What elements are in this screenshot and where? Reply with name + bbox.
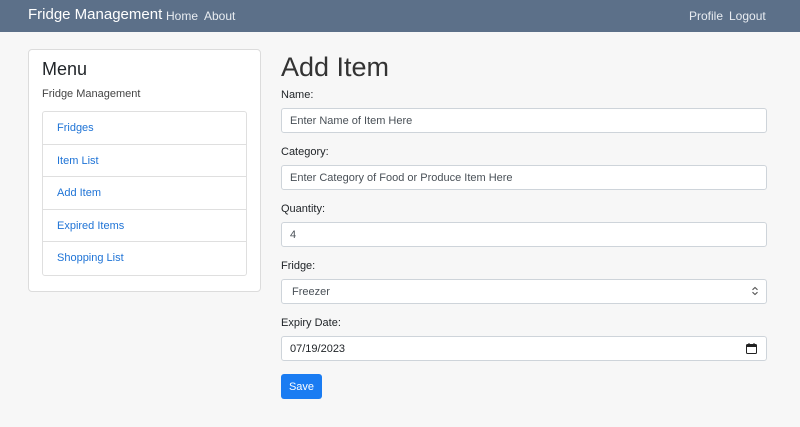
category-label: Category: (281, 146, 329, 158)
expiry-date-input[interactable]: 07/19/2023 (281, 336, 767, 361)
expiry-date-label: Expiry Date: (281, 317, 341, 329)
sidebar-title: Menu (42, 59, 88, 79)
fridge-select-value: Freezer (292, 286, 330, 298)
fridge-label: Fridge: (281, 260, 316, 272)
sidebar-subtitle: Fridge Management (42, 88, 141, 100)
sidebar-item-fridges[interactable]: Fridges (43, 112, 246, 145)
sidebar-item-item-list[interactable]: Item List (43, 145, 246, 178)
sidebar-item-shopping-list[interactable]: Shopping List (43, 242, 246, 275)
navbar: Fridge Management Home About Profile Log… (0, 0, 800, 32)
sidebar-card: Menu Fridge Management Fridges Item List… (28, 49, 261, 292)
calendar-icon[interactable] (746, 343, 757, 354)
page-title: Add Item (281, 52, 390, 82)
nav-link-profile[interactable]: Profile (689, 9, 723, 23)
nav-link-home[interactable]: Home (166, 9, 198, 23)
category-input[interactable] (281, 165, 767, 190)
quantity-input[interactable] (281, 222, 767, 247)
sidebar-menu-list: Fridges Item List Add Item Expired Items… (42, 111, 247, 276)
expiry-date-value: 07/19/2023 (290, 343, 346, 355)
sidebar-item-expired-items[interactable]: Expired Items (43, 210, 246, 243)
save-button[interactable]: Save (281, 374, 322, 399)
sidebar-item-add-item[interactable]: Add Item (43, 177, 246, 210)
chevron-up-down-icon (752, 286, 758, 296)
fridge-select[interactable]: Freezer (281, 279, 767, 304)
nav-link-logout[interactable]: Logout (729, 9, 766, 23)
nav-link-about[interactable]: About (204, 9, 235, 23)
name-label: Name: (281, 89, 314, 101)
name-input[interactable] (281, 108, 767, 133)
navbar-brand[interactable]: Fridge Management (28, 6, 162, 23)
quantity-label: Quantity: (281, 203, 326, 215)
